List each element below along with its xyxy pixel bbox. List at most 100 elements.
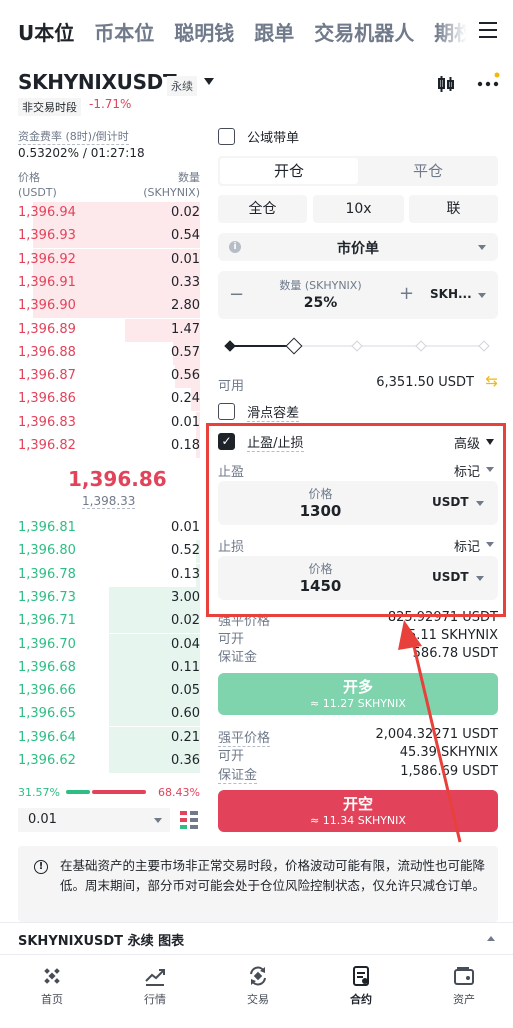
transfer-icon[interactable]: ⇆	[485, 372, 498, 390]
nav-markets[interactable]: 行情	[105, 955, 205, 1028]
orderbook-layout-icon[interactable]	[180, 811, 198, 829]
row-quantity: 0.56	[171, 368, 200, 384]
row-price: 1,396.80	[18, 543, 76, 559]
orderbook-row[interactable]: 1,396.65 0.60	[0, 703, 200, 727]
funding-rate-value: 0.53202% / 01:27:18	[18, 146, 145, 160]
chart-bar-label: SKHYNIXUSDT 永续 图表	[18, 934, 185, 949]
orderbook-row[interactable]: 1,396.89 1.47	[0, 318, 200, 342]
nav-markets-label: 行情	[144, 993, 166, 1006]
orderbook-row[interactable]: 1,396.87 0.56	[0, 365, 200, 389]
slider-stop-50[interactable]	[351, 340, 363, 352]
row-price: 1,396.65	[18, 706, 76, 722]
tab-smart-money[interactable]: 聪明钱	[174, 17, 234, 46]
mark-price[interactable]: 1,398.33	[82, 494, 136, 509]
wallet-icon	[454, 967, 474, 985]
price-change: -1.71%	[89, 97, 132, 111]
orderbook-row[interactable]: 1,396.73 3.00	[0, 586, 200, 610]
more-options-icon[interactable]	[476, 72, 500, 94]
nav-futures[interactable]: 合约	[311, 955, 411, 1028]
orderbook-row[interactable]: 1,396.68 0.11	[0, 656, 200, 680]
orderbook-row[interactable]: 1,396.82 0.18	[0, 435, 200, 458]
orderbook-row[interactable]: 1,396.71 0.02	[0, 610, 200, 634]
nav-trade[interactable]: 交易	[208, 955, 308, 1028]
orderbook-row[interactable]: 1,396.83 0.01	[0, 411, 200, 435]
nav-assets-label: 资产	[453, 993, 475, 1006]
slider-stop-75[interactable]	[415, 340, 427, 352]
chart-toggle-bar[interactable]: SKHYNIXUSDT 永续 图表	[0, 922, 513, 954]
mid-price: 1,396.86	[68, 467, 167, 491]
trade-swap-icon	[250, 966, 266, 986]
order-type-select[interactable]: i 市价单	[218, 233, 498, 261]
tab-coinm[interactable]: 币本位	[94, 17, 154, 46]
chevron-up-icon	[487, 936, 495, 941]
row-quantity: 3.00	[171, 589, 200, 605]
long-margin-label: 保证金	[218, 650, 258, 665]
slider-stop-100[interactable]	[478, 340, 490, 352]
nav-home-label: 首页	[41, 993, 63, 1006]
row-quantity: 0.01	[171, 251, 200, 267]
orderbook-row[interactable]: 1,396.94 0.02	[0, 202, 200, 225]
row-quantity: 0.01	[171, 414, 200, 430]
orderbook-row[interactable]: 1,396.91 0.33	[0, 271, 200, 295]
plus-icon[interactable]: +	[399, 283, 414, 304]
row-price: 1,396.86	[18, 391, 76, 407]
tab-copy-trading[interactable]: 跟单	[254, 17, 294, 46]
nav-assets[interactable]: 资产	[414, 955, 513, 1028]
candlestick-chart-icon[interactable]	[436, 74, 456, 94]
nav-home[interactable]: 首页	[2, 955, 102, 1028]
short-margin-label: 保证金	[218, 764, 258, 784]
orderbook-row[interactable]: 1,396.88 0.57	[0, 341, 200, 365]
orderbook-row[interactable]: 1,396.70 0.04	[0, 633, 200, 657]
buy-ratio: 31.57%	[18, 786, 60, 799]
position-mode-button[interactable]: 联	[409, 195, 498, 223]
orderbook-row[interactable]: 1,396.78 0.13	[0, 563, 200, 587]
orderbook-row[interactable]: 1,396.86 0.24	[0, 388, 200, 412]
row-price: 1,396.88	[18, 344, 76, 360]
row-quantity: 0.04	[171, 636, 200, 652]
ob-qty-unit: (SKHYNIX)	[143, 186, 200, 199]
quantity-input[interactable]: − 数量 (SKHYNIX) 25% + SKH...	[218, 271, 498, 319]
slider-stop-0[interactable]	[224, 340, 236, 352]
slippage-checkbox[interactable]	[218, 403, 235, 420]
row-quantity: 0.05	[171, 683, 200, 699]
quantity-slider[interactable]	[224, 337, 490, 355]
row-quantity: 2.80	[171, 298, 200, 314]
orderbook-row[interactable]: 1,396.92 0.01	[0, 248, 200, 272]
row-price: 1,396.82	[18, 438, 76, 453]
row-quantity: 0.13	[171, 566, 200, 582]
contract-badge: 永续	[167, 76, 197, 96]
leverage-button[interactable]: 10x	[313, 195, 404, 223]
orderbook-row[interactable]: 1,396.81 0.01	[0, 517, 200, 540]
nav-trade-label: 交易	[247, 993, 269, 1006]
chevron-down-icon	[478, 245, 486, 250]
public-copy-row[interactable]: 公域带单	[218, 127, 498, 146]
public-copy-checkbox[interactable]	[218, 128, 235, 145]
margin-mode-button[interactable]: 全仓	[218, 195, 307, 223]
orderbook-row[interactable]: 1,396.66 0.05	[0, 680, 200, 704]
slippage-row[interactable]: 滑点容差	[218, 402, 498, 422]
quantity-value: 25%	[303, 295, 338, 311]
funding-rate-label[interactable]: 资金费率 (8时)/倒计时	[18, 128, 129, 145]
symbol-dropdown-icon[interactable]	[204, 78, 214, 85]
tab-trading-bots[interactable]: 交易机器人	[314, 17, 414, 46]
row-price: 1,396.89	[18, 321, 76, 337]
row-price: 1,396.83	[18, 414, 76, 430]
tab-close[interactable]: 平仓	[358, 156, 498, 186]
symbol-title[interactable]: SKHYNIXUSDT	[18, 70, 177, 94]
minus-icon[interactable]: −	[229, 284, 244, 305]
orderbook-row[interactable]: 1,396.64 0.21	[0, 726, 200, 750]
quantity-unit[interactable]: SKH...	[430, 287, 472, 301]
orderbook-row[interactable]: 1,396.80 0.52	[0, 540, 200, 564]
precision-select[interactable]: 0.01	[18, 808, 170, 832]
slider-handle[interactable]	[285, 337, 302, 355]
market-chart-icon	[145, 969, 165, 986]
bottom-nav: 首页 行情 交易 合约 资产	[0, 954, 513, 1027]
menu-icon[interactable]	[479, 22, 497, 43]
tab-open[interactable]: 开仓	[220, 158, 358, 184]
orderbook-row[interactable]: 1,396.93 0.54	[0, 225, 200, 249]
slider-fill	[230, 345, 294, 347]
orderbook-row[interactable]: 1,396.62 0.36	[0, 750, 200, 773]
orderbook-row[interactable]: 1,396.90 2.80	[0, 295, 200, 319]
short-open-label: 可开	[218, 749, 245, 764]
tab-usdm[interactable]: U本位	[18, 17, 74, 46]
